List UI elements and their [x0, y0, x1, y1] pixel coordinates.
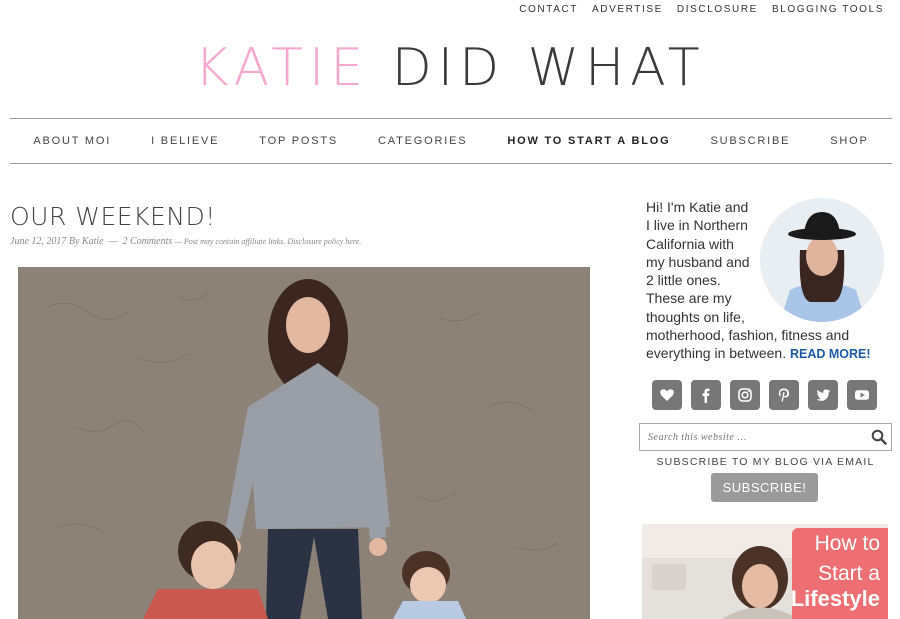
- meta-separator-small: —: [174, 237, 184, 246]
- search-icon[interactable]: [871, 429, 887, 450]
- social-icons: [652, 380, 877, 410]
- heart-icon[interactable]: [652, 380, 682, 410]
- twitter-icon[interactable]: [808, 380, 838, 410]
- bio-line: motherhood, fashion, fitness and: [646, 327, 850, 344]
- nav-item-shop[interactable]: SHOP: [830, 135, 868, 147]
- author-avatar: [760, 198, 884, 322]
- logo-part-katie: KATIE: [194, 38, 370, 98]
- family-photo-illustration: [18, 267, 590, 619]
- read-more-link[interactable]: READ MORE!: [790, 347, 871, 361]
- top-link-blogging-tools[interactable]: BLOGGING TOOLS: [772, 4, 884, 15]
- nav-item-about-moi[interactable]: ABOUT MOI: [33, 135, 111, 147]
- top-link-disclosure[interactable]: DISCLOSURE: [677, 4, 758, 15]
- bio-line: my husband and: [646, 253, 750, 270]
- bio-line: California with: [646, 235, 734, 252]
- meta-separator: —: [106, 236, 121, 247]
- bio-line: Hi! I'm Katie and: [646, 199, 749, 215]
- instagram-icon[interactable]: [730, 380, 760, 410]
- nav-item-top-posts[interactable]: TOP POSTS: [259, 135, 338, 147]
- top-link-advertise[interactable]: ADVERTISE: [592, 4, 663, 15]
- post-comments-link[interactable]: 2 Comments: [123, 236, 173, 247]
- post-meta: June 12, 2017 By Katie — 2 Comments — Po…: [10, 236, 361, 247]
- bio-line: These are my: [646, 290, 732, 307]
- search-input[interactable]: [640, 424, 860, 450]
- youtube-icon[interactable]: [847, 380, 877, 410]
- nav-item-categories[interactable]: CATEGORIES: [378, 135, 467, 147]
- post-featured-image[interactable]: [18, 267, 590, 619]
- nav-item-how-to-start-a-blog[interactable]: HOW TO START A BLOG: [507, 135, 670, 147]
- promo-line-2: Start a: [818, 562, 880, 585]
- main-nav: ABOUT MOI I BELIEVE TOP POSTS CATEGORIES…: [10, 118, 892, 164]
- bio-line: I live in Northern: [646, 217, 748, 234]
- facebook-icon[interactable]: [691, 380, 721, 410]
- post-disclosure[interactable]: Post may contain affiliate links. Disclo…: [184, 237, 361, 246]
- subscribe-label: SUBSCRIBE TO MY BLOG VIA EMAIL: [656, 456, 875, 468]
- post-by: By: [68, 236, 80, 247]
- bio-line: 2 little ones.: [646, 272, 721, 289]
- nav-item-i-believe[interactable]: I BELIEVE: [151, 135, 219, 147]
- top-link-contact[interactable]: CONTACT: [519, 4, 578, 15]
- logo-part-did-what: DID WHAT: [391, 38, 706, 98]
- nav-item-subscribe[interactable]: SUBSCRIBE: [710, 135, 790, 147]
- promo-line-3: Lifestyle: [790, 586, 880, 611]
- top-utility-nav: CONTACT ADVERTISE DISCLOSURE BLOGGING TO…: [519, 4, 884, 15]
- post-author[interactable]: Katie: [82, 236, 104, 247]
- bio-line: everything in between.: [646, 345, 787, 362]
- subscribe-button[interactable]: SUBSCRIBE!: [711, 473, 818, 502]
- pinterest-icon[interactable]: [769, 380, 799, 410]
- avatar-illustration: [760, 198, 884, 322]
- search-box: [639, 423, 892, 451]
- post-title[interactable]: OUR WEEKEND!: [10, 202, 216, 231]
- post-date: June 12, 2017: [10, 236, 67, 247]
- how-to-start-lifestyle-blog-banner[interactable]: How to Start a Lifestyle: [642, 524, 888, 619]
- site-logo[interactable]: KATIE DID WHAT: [0, 38, 900, 98]
- promo-line-1: How to: [814, 532, 880, 555]
